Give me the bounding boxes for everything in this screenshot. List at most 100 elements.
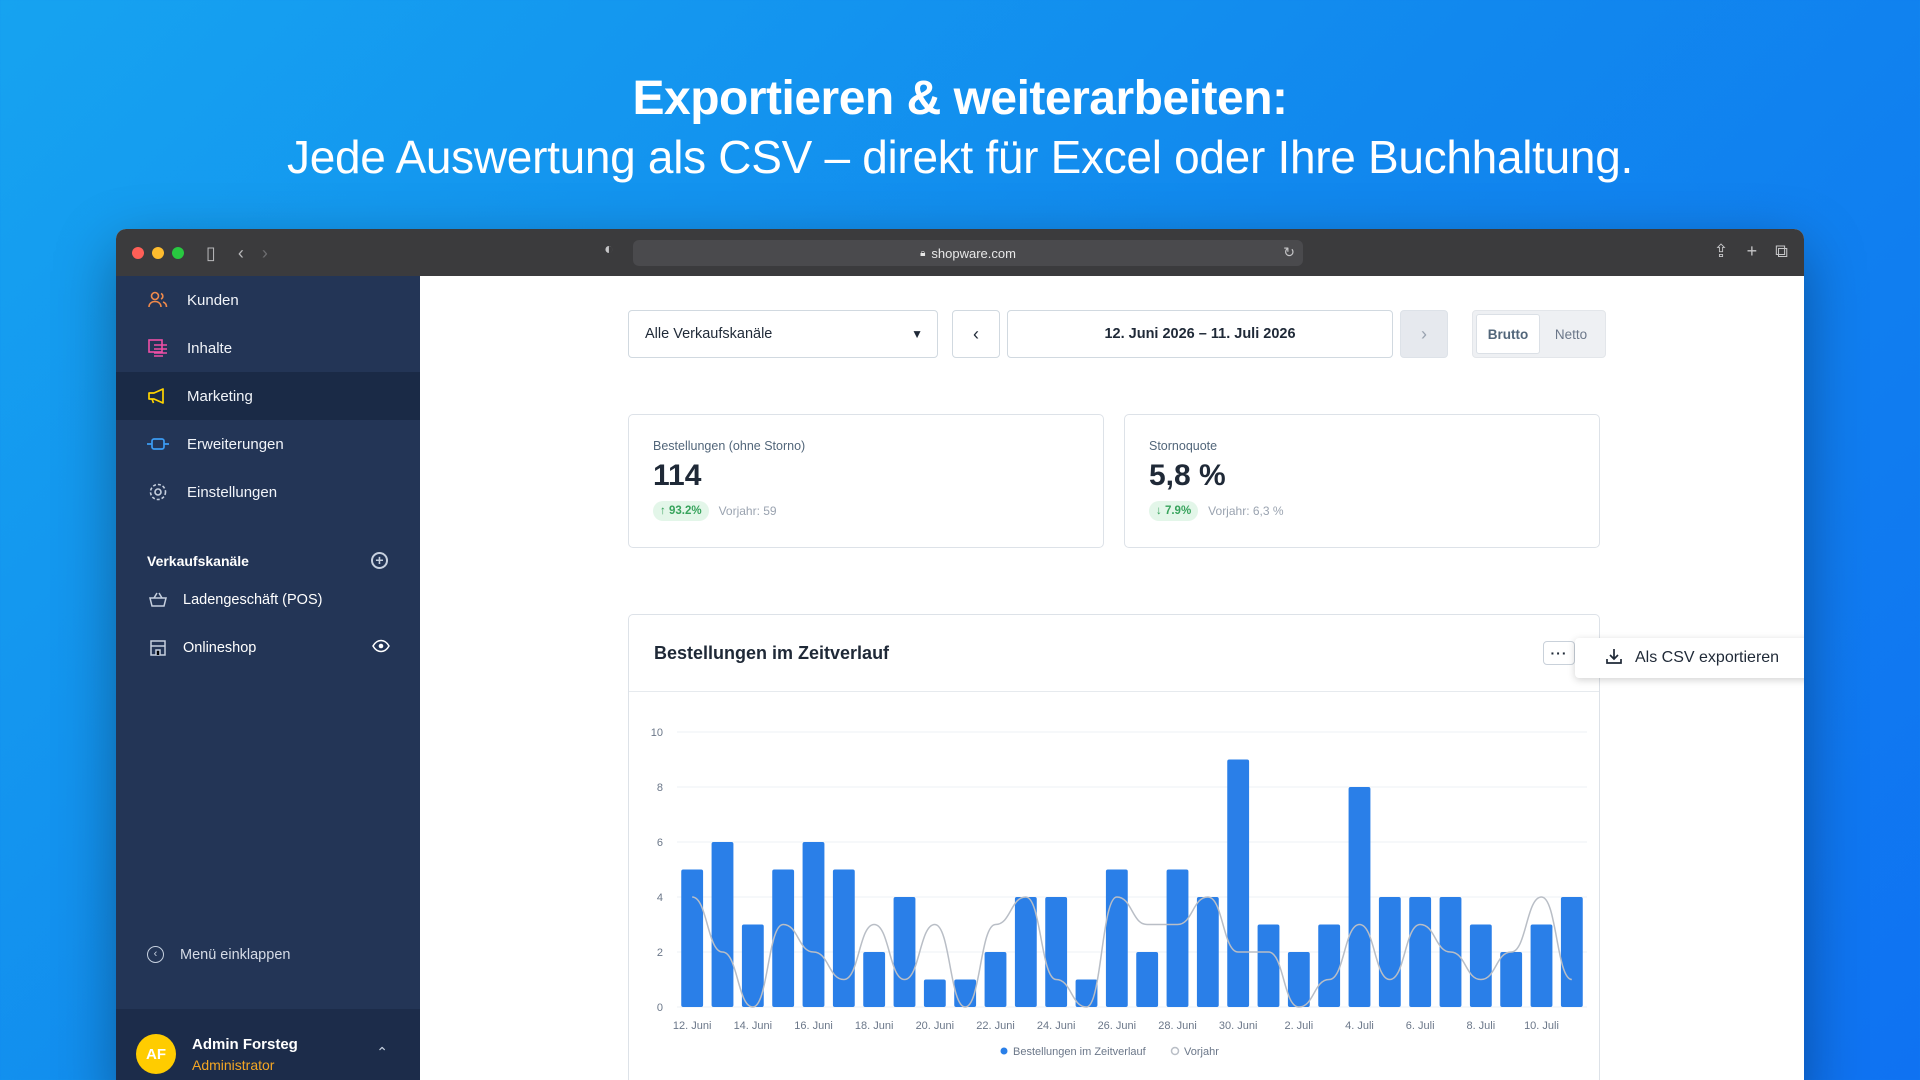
sidebar-item-inhalte[interactable]: Inhalte [116, 324, 420, 372]
sidebar: Kunden Inhalte Marketing Erweiterungen E… [116, 276, 420, 1080]
sidebar-item-label: Einstellungen [187, 483, 278, 501]
kpi-change-value: 7.9% [1164, 505, 1192, 517]
legend-marker-current [1000, 1047, 1008, 1055]
sales-channel-select-value: Alle Verkaufskanäle [645, 326, 773, 342]
sidebar-item-einstellungen[interactable]: Einstellungen [116, 468, 420, 516]
sidebar-item-label: Inhalte [187, 339, 233, 357]
gross-net-toggle: Brutto Netto [1472, 310, 1606, 358]
window-controls [132, 246, 184, 259]
kpi-card-orders: Bestellungen (ohne Storno) 114 ↑ 93.2% V… [628, 414, 1104, 548]
legend-label-current: Bestellungen im Zeitverlauf [1013, 1046, 1147, 1058]
bar [1196, 897, 1219, 1007]
chevron-right-icon: › [1421, 323, 1427, 344]
hero-subtitle: Jede Auswertung als CSV – direkt für Exc… [287, 131, 1633, 183]
bar [1166, 869, 1189, 1007]
sidebar-item-marketing[interactable]: Marketing [116, 372, 420, 420]
reload-icon[interactable]: ↻ [1283, 244, 1295, 261]
storefront-icon [147, 637, 169, 659]
kpi-label: Bestellungen (ohne Storno) [653, 439, 806, 453]
kpi-change-badge: ↑ 93.2% [653, 501, 709, 521]
next-period-button[interactable]: › [1400, 310, 1448, 358]
legend-label-previous: Vorjahr [1184, 1046, 1219, 1058]
minimize-window-button[interactable] [152, 246, 164, 259]
browser-window: ▯ ‹ › ◐ 🔒︎ shopware.com ↻ ⇪ + ⧉ Kunden I… [116, 229, 1804, 1080]
avatar: AF [136, 1034, 176, 1074]
x-tick-label: 4. Juli [1345, 1020, 1374, 1032]
user-name: Admin Forsteg [192, 1035, 298, 1053]
x-tick-label: 22. Juni [976, 1020, 1015, 1032]
sidebar-item-label: Erweiterungen [187, 435, 284, 453]
maximize-window-button[interactable] [172, 246, 184, 259]
new-tab-icon[interactable]: + [1747, 241, 1758, 262]
hero: Exportieren & weiterarbeiten: Jede Auswe… [0, 70, 1920, 186]
add-sales-channel-icon[interactable]: + [371, 552, 388, 569]
x-tick-label: 6. Juli [1406, 1020, 1435, 1032]
toggle-net[interactable]: Netto [1540, 314, 1602, 354]
collapse-menu-button[interactable]: ‹ Menü einklappen [147, 946, 290, 963]
more-icon: ··· [1550, 645, 1568, 661]
orders-chart: 0 2 4 6 8 10 12. Juni 14. Juni 16. Juni 18. Juni 2… [651, 727, 1587, 1058]
tabs-overview-icon[interactable]: ⧉ [1775, 241, 1788, 262]
kpi-label: Stornoquote [1149, 439, 1218, 453]
bar [802, 842, 825, 1007]
export-csv-menu-item[interactable]: Als CSV exportieren [1635, 649, 1779, 667]
bar [984, 952, 1007, 1007]
gear-icon [147, 481, 169, 503]
bar [1500, 952, 1523, 1007]
chevron-up-icon[interactable]: ⌃ [376, 1044, 388, 1061]
y-tick-label: 4 [657, 892, 663, 904]
bar [1530, 924, 1553, 1007]
chevron-left-icon: ‹ [973, 323, 979, 344]
x-tick-label: 2. Juli [1284, 1020, 1313, 1032]
eye-icon[interactable] [372, 639, 390, 657]
previous-period-button[interactable]: ‹ [952, 310, 1000, 358]
x-tick-label: 14. Juni [734, 1020, 773, 1032]
sidebar-item-pos[interactable]: Ladengeschäft (POS) [116, 576, 420, 624]
chevron-left-icon: ‹ [147, 946, 164, 963]
share-icon[interactable]: ⇪ [1714, 241, 1729, 262]
bar [711, 842, 734, 1007]
toggle-gross[interactable]: Brutto [1476, 314, 1540, 354]
users-icon [147, 289, 169, 311]
y-tick-label: 10 [651, 727, 663, 739]
bar [1257, 924, 1280, 1007]
back-icon[interactable]: ‹ [238, 244, 244, 262]
x-tick-label: 30. Juni [1219, 1020, 1258, 1032]
privacy-shield-icon[interactable]: ◐ [604, 241, 614, 259]
chart-menu-button[interactable]: ··· [1543, 641, 1575, 665]
url-bar[interactable]: 🔒︎ shopware.com ↻ [633, 240, 1303, 266]
x-tick-label: 24. Juni [1037, 1020, 1076, 1032]
bar [1560, 897, 1583, 1007]
y-tick-label: 2 [657, 947, 663, 959]
close-window-button[interactable] [132, 246, 144, 259]
sidebar-item-kunden[interactable]: Kunden [116, 276, 420, 324]
bar [681, 869, 704, 1007]
bar [1045, 897, 1068, 1007]
sales-channel-select[interactable]: Alle Verkaufskanäle ▼ [628, 310, 938, 358]
channel-label: Onlineshop [183, 640, 257, 656]
hero-title: Exportieren & weiterarbeiten: [632, 72, 1288, 125]
kpi-previous: Vorjahr: 6,3 % [1208, 504, 1284, 518]
sales-channels-heading: Verkaufskanäle + [116, 546, 420, 576]
x-tick-label: 8. Juli [1466, 1020, 1495, 1032]
kpi-change-badge: ↓ 7.9% [1149, 501, 1199, 521]
sidebar-toggle-icon[interactable]: ▯ [206, 244, 216, 262]
y-tick-label: 6 [657, 837, 663, 849]
bar [863, 952, 886, 1007]
forward-icon[interactable]: › [262, 244, 268, 262]
date-range-picker[interactable]: 12. Juni 2026 – 11. Juli 2026 [1007, 310, 1393, 358]
bar [1409, 897, 1432, 1007]
orders-chart-card: Bestellungen im Zeitverlauf ··· 0 2 4 6 8 10 1… [628, 614, 1600, 1080]
browser-titlebar: ▯ ‹ › ◐ 🔒︎ shopware.com ↻ ⇪ + ⧉ [116, 229, 1804, 276]
sidebar-item-onlineshop[interactable]: Onlineshop [116, 624, 420, 672]
channel-label: Ladengeschäft (POS) [183, 592, 323, 608]
user-menu[interactable]: AF Admin Forsteg Administrator ⌃ [116, 1009, 420, 1080]
chart-title: Bestellungen im Zeitverlauf [654, 642, 890, 663]
x-tick-label: 10. Juli [1524, 1020, 1559, 1032]
sidebar-item-erweiterungen[interactable]: Erweiterungen [116, 420, 420, 468]
x-tick-label: 28. Juni [1158, 1020, 1197, 1032]
x-tick-label: 18. Juni [855, 1020, 894, 1032]
bar [741, 924, 764, 1007]
bar [1014, 897, 1037, 1007]
arrow-down-icon: ↓ [1156, 505, 1165, 517]
